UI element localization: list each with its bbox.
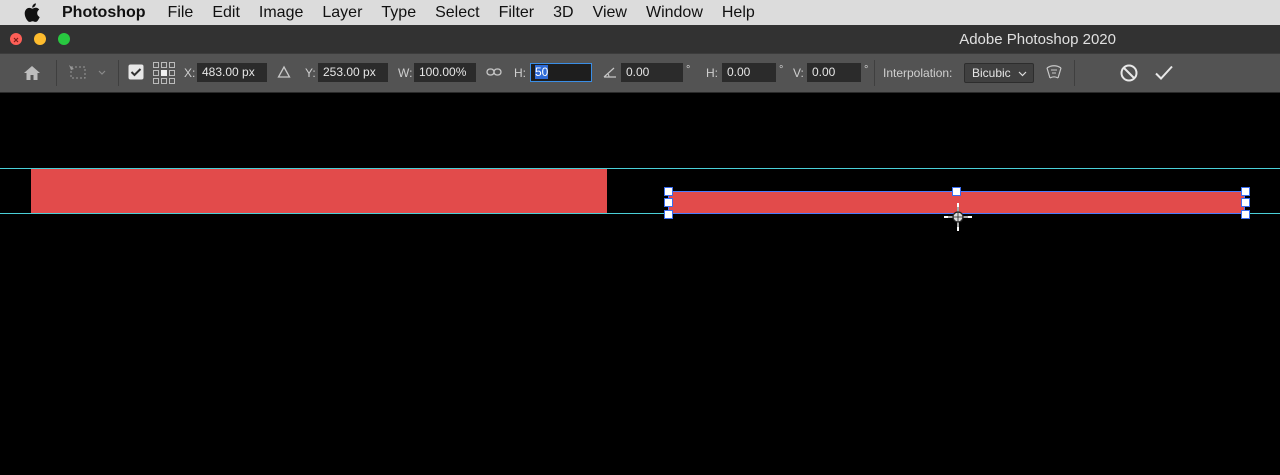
menu-type[interactable]: Type (381, 0, 416, 25)
commit-transform-icon[interactable] (1154, 63, 1174, 86)
interpolation-select[interactable]: Bicubic (964, 63, 1034, 83)
transform-reference-point-icon[interactable] (943, 202, 973, 237)
reference-point-grid-icon[interactable] (152, 61, 176, 88)
rotate-degree-symbol: ° (686, 64, 691, 76)
warp-mode-icon[interactable] (1044, 62, 1064, 87)
skew-vertical-input[interactable]: 0.00 (807, 63, 861, 82)
y-label: Y: (305, 66, 316, 80)
window-title-bar: Adobe Photoshop 2020 (0, 25, 1280, 53)
menu-edit[interactable]: Edit (212, 0, 240, 25)
apple-icon[interactable] (24, 3, 44, 22)
height-input-value: 50 (535, 65, 549, 79)
skew-horizontal-input[interactable]: 0.00 (722, 63, 776, 82)
rotate-input[interactable]: 0.00 (621, 63, 683, 82)
menu-3d[interactable]: 3D (553, 0, 573, 25)
transform-handle-bottom-right[interactable] (1241, 210, 1250, 219)
skew-v-label: V: (793, 66, 804, 80)
skew-v-degree-symbol: ° (864, 64, 869, 76)
menu-help[interactable]: Help (722, 0, 755, 25)
divider (56, 60, 57, 86)
menu-layer[interactable]: Layer (322, 0, 362, 25)
menu-view[interactable]: View (593, 0, 627, 25)
transform-tool-icon[interactable] (68, 64, 108, 85)
rotate-angle-icon (603, 66, 617, 81)
close-icon (13, 37, 19, 43)
cancel-transform-icon[interactable] (1119, 63, 1139, 86)
menu-window[interactable]: Window (646, 0, 703, 25)
transform-handle-top-right[interactable] (1241, 187, 1250, 196)
options-bar: X: 483.00 px Y: 253.00 px W: 100.00% H: … (0, 53, 1280, 93)
height-label: H: (514, 66, 526, 80)
height-input[interactable]: 50 (530, 63, 592, 82)
width-label: W: (398, 66, 413, 80)
menu-image[interactable]: Image (259, 0, 303, 25)
minimize-window-button[interactable] (34, 33, 46, 45)
interpolation-value: Bicubic (972, 66, 1011, 80)
skew-h-degree-symbol: ° (779, 64, 784, 76)
home-icon[interactable] (22, 63, 42, 86)
transform-handle-top-left[interactable] (664, 187, 673, 196)
y-position-input[interactable]: 253.00 px (318, 63, 388, 82)
reference-point-checkbox[interactable] (128, 64, 144, 83)
menu-filter[interactable]: Filter (499, 0, 535, 25)
transform-handle-middle-left[interactable] (664, 198, 673, 207)
zoom-window-button[interactable] (58, 33, 70, 45)
menu-select[interactable]: Select (435, 0, 479, 25)
x-label: X: (184, 66, 196, 80)
width-input[interactable]: 100.00% (414, 63, 476, 82)
chevron-down-icon (1018, 64, 1027, 89)
transform-handle-middle-right[interactable] (1241, 198, 1250, 207)
interpolation-label: Interpolation: (883, 66, 953, 80)
divider (1074, 60, 1075, 86)
red-rectangle-shape[interactable] (31, 169, 607, 213)
delta-relative-icon[interactable] (277, 65, 291, 82)
transform-handle-top-center[interactable] (952, 187, 961, 196)
document-canvas[interactable] (0, 93, 1280, 475)
window-title: Adobe Photoshop 2020 (959, 31, 1116, 48)
close-window-button[interactable] (10, 33, 22, 45)
divider (118, 60, 119, 86)
x-position-input[interactable]: 483.00 px (197, 63, 267, 82)
menu-file[interactable]: File (168, 0, 194, 25)
transform-handle-bottom-left[interactable] (664, 210, 673, 219)
link-icon[interactable] (486, 66, 502, 81)
menu-app-photoshop[interactable]: Photoshop (62, 0, 146, 25)
skew-h-label: H: (706, 66, 718, 80)
divider (874, 60, 875, 86)
menu-bar: Photoshop File Edit Image Layer Type Sel… (0, 0, 1280, 25)
